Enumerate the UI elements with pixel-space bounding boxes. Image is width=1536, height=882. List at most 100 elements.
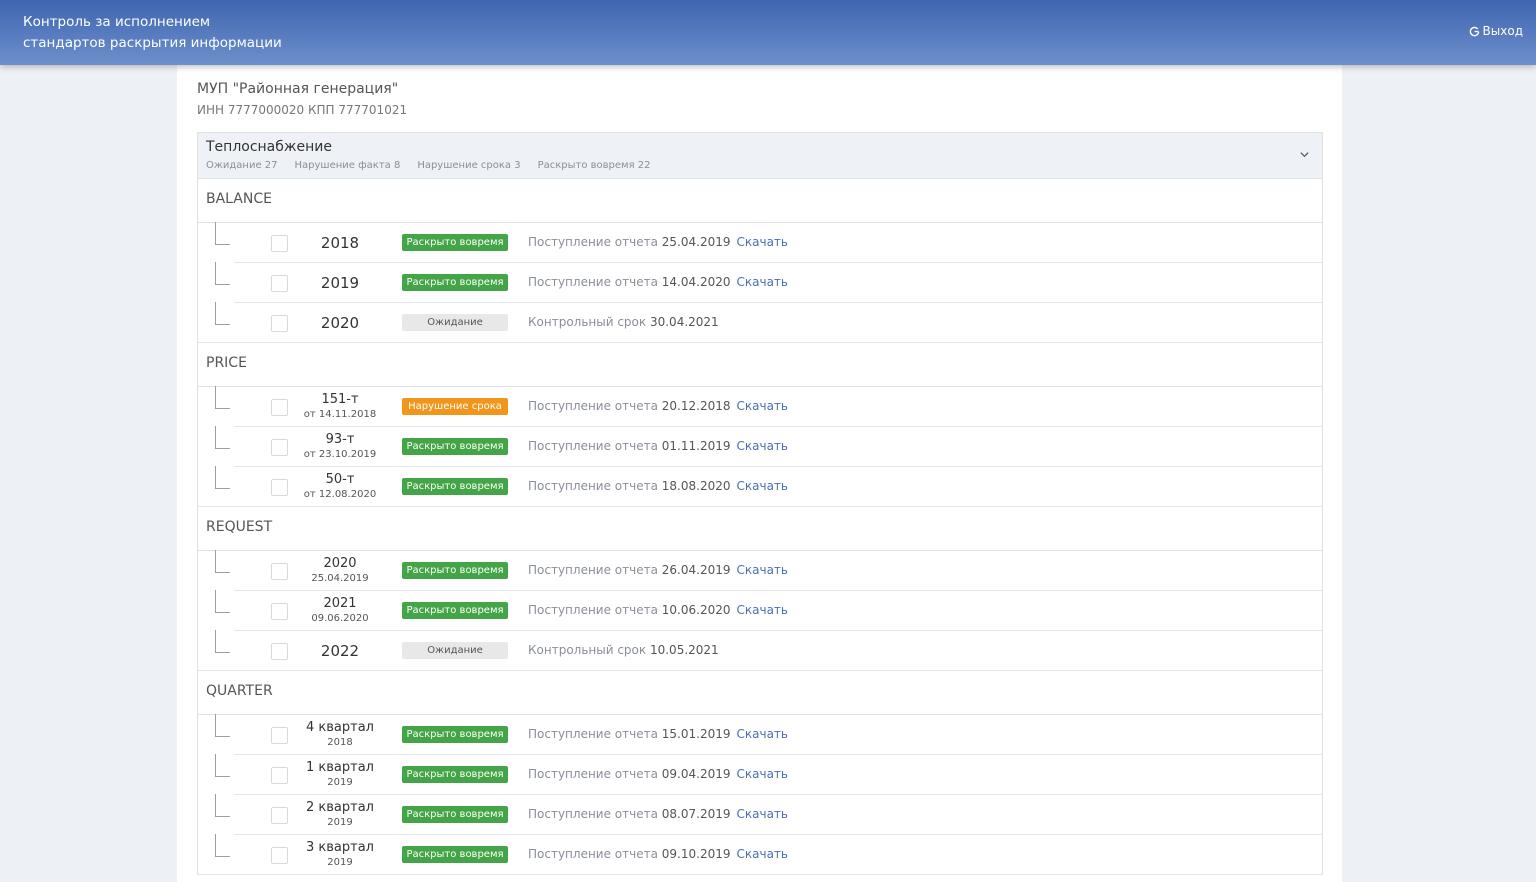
info-label: Контрольный срок: [528, 315, 647, 329]
row-label: 2018: [300, 223, 380, 262]
row-label: 2020: [300, 303, 380, 342]
info-date: 09.04.2019: [661, 767, 731, 781]
status-badge: Нарушение срока: [402, 398, 508, 415]
row-checkbox[interactable]: [271, 479, 288, 496]
row-label-main: 4 квартал: [306, 719, 374, 735]
status-badge: Раскрыто вовремя: [402, 806, 508, 823]
info-label: Поступление отчета: [528, 399, 658, 413]
download-link[interactable]: Скачать: [737, 399, 789, 413]
list-item: 4 квартал 2018 Раскрыто вовремя Поступление…: [215, 714, 1322, 755]
tree-connector: [215, 386, 230, 409]
panel-header[interactable]: Теплоснабжение Ожидание 27 Нарушение фак…: [198, 133, 1322, 179]
tree-connector: [215, 834, 230, 857]
info-date: 10.05.2021: [649, 643, 719, 657]
row-label-main: 1 квартал: [306, 759, 374, 775]
section-title: QUARTER: [198, 671, 1322, 715]
row-label-sub: 2019: [327, 816, 353, 828]
row-label-main: 2019: [320, 273, 360, 292]
panel-stats: Ожидание 27 Нарушение факта 8 Нарушение …: [206, 160, 651, 171]
download-link[interactable]: Скачать: [737, 847, 789, 861]
row-label-sub: 2019: [327, 776, 353, 788]
info-date: 30.04.2021: [649, 315, 719, 329]
download-link[interactable]: Скачать: [737, 807, 789, 821]
info-label: Поступление отчета: [528, 235, 658, 249]
row-label-main: 2022: [320, 641, 360, 660]
row-label: 2 квартал 2019: [300, 795, 380, 834]
list-item: 2020 Ожидание Контрольный срок 30.04.2021: [198, 302, 1322, 343]
status-badge: Ожидание: [402, 642, 508, 659]
download-link[interactable]: Скачать: [737, 235, 789, 249]
row-checkbox[interactable]: [271, 563, 288, 580]
heat-supply-panel: Теплоснабжение Ожидание 27 Нарушение фак…: [197, 132, 1323, 875]
list-item: 2019 Раскрыто вовремя Поступление отчета 1…: [215, 262, 1322, 303]
row-label: 93-т от 23.10.2019: [300, 427, 380, 466]
row-checkbox[interactable]: [271, 275, 288, 292]
sections-list: BALANCE 2018 Раскрыто вовремя Поступление о…: [198, 179, 1322, 875]
stat-waiting: Ожидание 27: [206, 160, 278, 171]
row-label-main: 3 квартал: [306, 839, 374, 855]
row-label-main: 2020: [323, 555, 357, 571]
row-info: Поступление отчета 26.04.2019 Скачать: [528, 563, 788, 577]
org-name: МУП "Районная генерация": [197, 81, 399, 97]
row-checkbox[interactable]: [271, 727, 288, 744]
download-link[interactable]: Скачать: [737, 439, 789, 453]
row-label-main: 2018: [320, 233, 360, 252]
status-badge: Раскрыто вовремя: [402, 766, 508, 783]
row-label-main: 93-т: [325, 431, 355, 447]
download-link[interactable]: Скачать: [737, 767, 789, 781]
list-item: 3 квартал 2019 Раскрыто вовремя Поступление…: [198, 834, 1322, 875]
row-label: 2020 25.04.2019: [300, 551, 380, 590]
row-label-sub: 2019: [327, 856, 353, 868]
row-info: Поступление отчета 01.11.2019 Скачать: [528, 439, 788, 453]
row-label-sub: от 12.08.2020: [303, 488, 377, 500]
row-info: Поступление отчета 09.10.2019 Скачать: [528, 847, 788, 861]
row-info: Поступление отчета 18.08.2020 Скачать: [528, 479, 788, 493]
row-label-main: 50-т: [325, 471, 355, 487]
tree-connector: [215, 222, 230, 245]
download-link[interactable]: Скачать: [737, 275, 789, 289]
logout-button[interactable]: Выход: [1469, 24, 1523, 38]
row-checkbox[interactable]: [271, 807, 288, 824]
info-label: Поступление отчета: [528, 807, 658, 821]
tree-connector: [215, 426, 230, 449]
download-link[interactable]: Скачать: [737, 563, 789, 577]
row-checkbox[interactable]: [271, 315, 288, 332]
list-item: 2018 Раскрыто вовремя Поступление отчета 2…: [215, 222, 1322, 263]
row-checkbox[interactable]: [271, 643, 288, 660]
tree-connector: [215, 630, 230, 653]
row-info: Поступление отчета 08.07.2019 Скачать: [528, 807, 788, 821]
top-bar: Контроль за исполнением стандартов раскр…: [0, 0, 1536, 65]
download-link[interactable]: Скачать: [737, 727, 789, 741]
row-checkbox[interactable]: [271, 235, 288, 252]
section-title: BALANCE: [198, 179, 1322, 223]
status-badge: Раскрыто вовремя: [402, 438, 508, 455]
row-label: 151-т от 14.11.2018: [300, 387, 380, 426]
download-link[interactable]: Скачать: [737, 479, 789, 493]
row-checkbox[interactable]: [271, 603, 288, 620]
tree-connector: [215, 590, 230, 613]
tree-connector: [215, 302, 230, 325]
app-title-line2: стандартов раскрытия информации: [23, 35, 282, 51]
row-info: Контрольный срок 10.05.2021: [528, 643, 719, 657]
row-checkbox[interactable]: [271, 439, 288, 456]
row-label: 50-т от 12.08.2020: [300, 467, 380, 506]
status-badge: Раскрыто вовремя: [402, 726, 508, 743]
row-label-main: 2020: [320, 313, 360, 332]
row-checkbox[interactable]: [271, 399, 288, 416]
row-info: Поступление отчета 14.04.2020 Скачать: [528, 275, 788, 289]
info-date: 26.04.2019: [661, 563, 731, 577]
row-label: 2019: [300, 263, 380, 302]
stat-fact-violation: Нарушение факта 8: [294, 160, 401, 171]
stat-on-time: Раскрыто вовремя 22: [537, 160, 651, 171]
row-checkbox[interactable]: [271, 847, 288, 864]
list-item: 151-т от 14.11.2018 Нарушение срока Поступл…: [215, 386, 1322, 427]
status-badge: Ожидание: [402, 314, 508, 331]
logout-label: Выход: [1482, 24, 1523, 38]
list-item: 1 квартал 2019 Раскрыто вовремя Поступление…: [215, 754, 1322, 795]
row-label-main: 2 квартал: [306, 799, 374, 815]
tree-connector: [215, 466, 230, 489]
row-checkbox[interactable]: [271, 767, 288, 784]
download-link[interactable]: Скачать: [737, 603, 789, 617]
chevron-down-icon[interactable]: [1299, 149, 1310, 160]
info-date: 20.12.2018: [661, 399, 731, 413]
